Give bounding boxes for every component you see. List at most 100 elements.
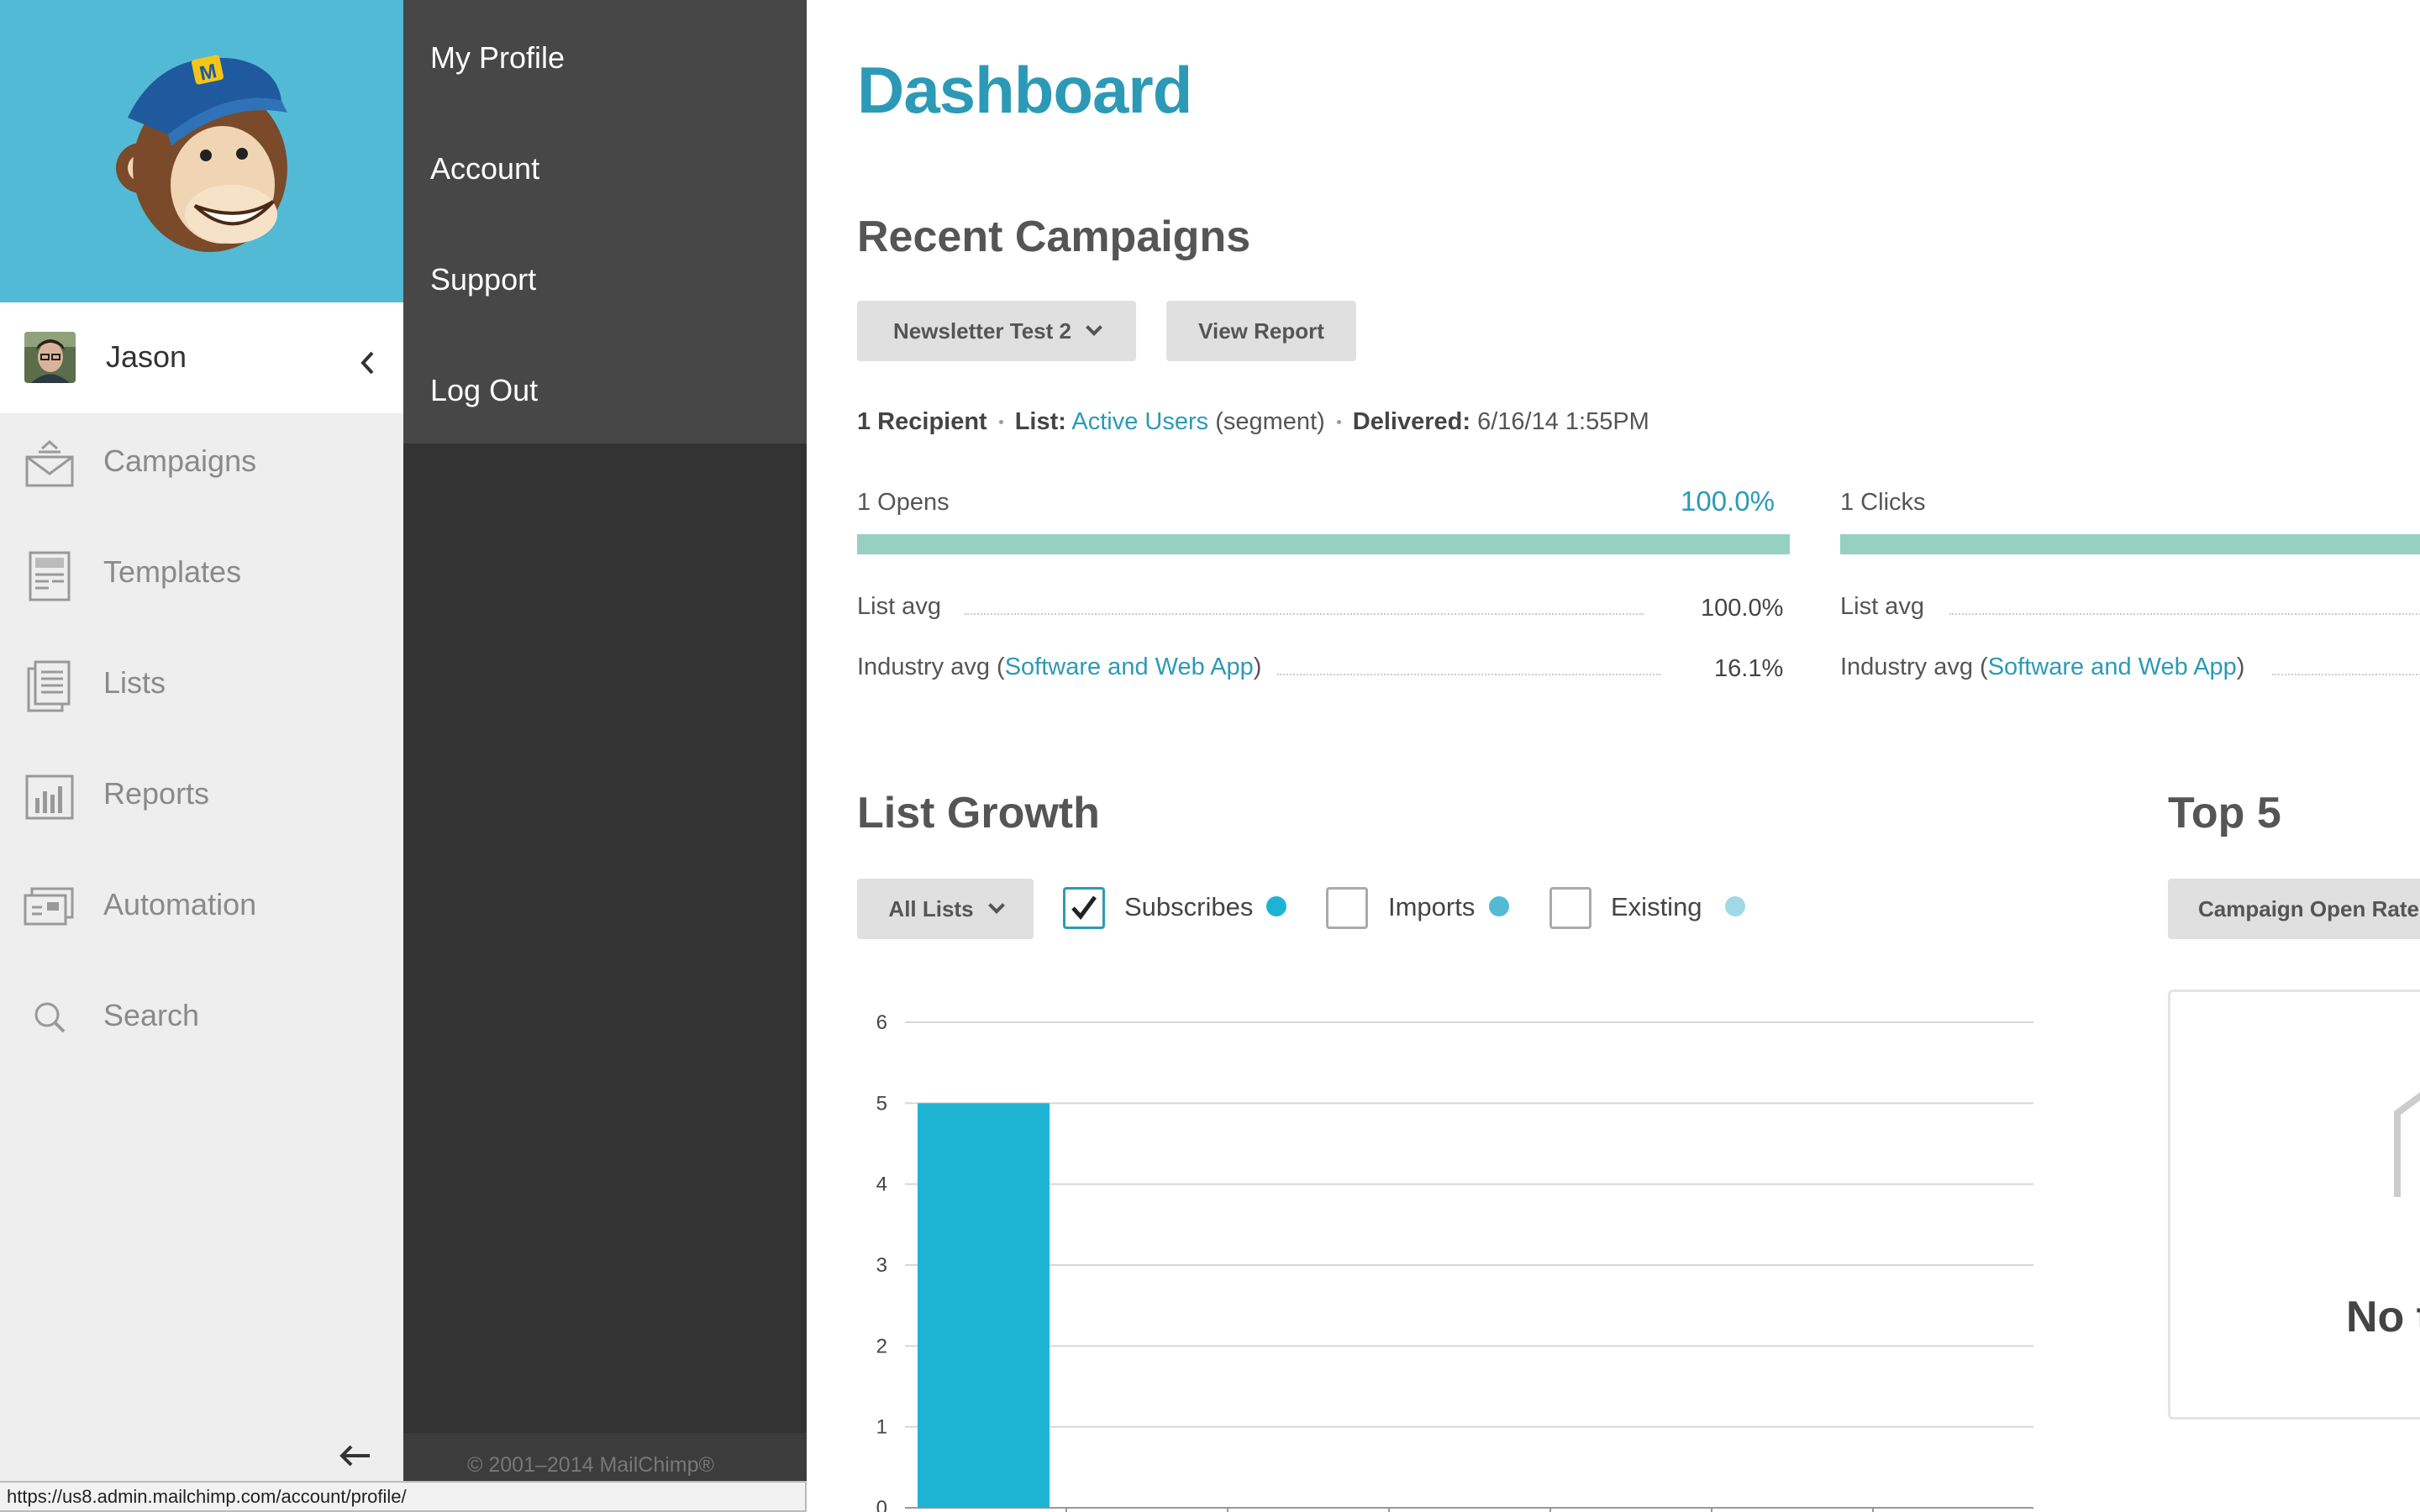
industry-avg-label: Industry avg ( (1840, 654, 1988, 680)
top5-select[interactable]: Campaign Open Rate (2168, 879, 2420, 939)
chart-bar[interactable] (918, 1103, 1050, 1508)
leader-dots (2272, 674, 2420, 675)
list-label: List: (1014, 408, 1066, 435)
account-menu: My Profile Account Support Log Out © 200… (403, 0, 807, 1512)
left-nav: M Jason Campaigns Templates Lists Report… (0, 0, 403, 1512)
account-menu-list: My Profile Account Support Log Out (403, 0, 807, 444)
opens-list-avg-value: 100.0% (1701, 595, 1784, 622)
leader-dots (1949, 613, 2420, 615)
clicks-list-avg-label: List avg (1840, 593, 1924, 620)
industry-link[interactable]: Software and Web App (1005, 654, 1254, 680)
clicks-bar (1840, 534, 2420, 554)
separator-dot (998, 420, 1003, 424)
campaign-meta: 1 Recipient List: Active Users (segment) D… (857, 408, 1649, 436)
opens-industry-value: 16.1% (1714, 655, 1784, 682)
copyright-text: © 2001–2014 MailChimp® (467, 1453, 714, 1477)
y-tick-label: 2 (876, 1335, 887, 1357)
recent-campaigns-title: Recent Campaigns (857, 213, 1251, 261)
opens-label: 1 Opens (857, 489, 950, 516)
user-name[interactable]: Jason (106, 339, 187, 375)
top5-empty-panel (2168, 990, 2420, 1420)
main-content: Dashboard Recent Campaigns Newsletter Te… (807, 0, 2420, 1512)
chevron-left-icon[interactable] (356, 348, 378, 378)
empty-state-icon (2394, 1092, 2420, 1197)
industry-avg-label: Industry avg ( (857, 654, 1005, 680)
delivered-label: Delivered: (1352, 408, 1471, 435)
list-growth-title: List Growth (857, 789, 1100, 837)
view-report-button[interactable]: View Report (1166, 301, 1356, 361)
y-tick-label: 3 (876, 1254, 887, 1277)
imports-checkbox[interactable] (1326, 887, 1368, 929)
bar-chart-icon (25, 774, 74, 820)
opens-bar (857, 534, 1790, 554)
subscribes-label[interactable]: Subscribes (1124, 892, 1253, 922)
separator-dot (1336, 420, 1341, 424)
opens-bar-fill (857, 534, 1790, 554)
subscribes-legend-dot (1266, 896, 1286, 916)
list-select[interactable]: All Lists (857, 879, 1034, 939)
browser-status-url: https://us8.admin.mailchimp.com/account/… (0, 1481, 807, 1512)
menu-item-my-profile[interactable]: My Profile (430, 40, 565, 76)
logo-header: M (0, 0, 403, 302)
nav-item-search[interactable]: Search (0, 968, 403, 1079)
delivered-value: 6/16/14 1:55PM (1477, 408, 1649, 435)
envelope-icon (25, 439, 74, 487)
leader-dots (1277, 674, 1660, 675)
top5-title: Top 5 (2168, 789, 2281, 837)
list-select-value: All Lists (888, 896, 974, 921)
campaign-select[interactable]: Newsletter Test 2 (857, 301, 1136, 361)
existing-legend-dot (1725, 896, 1745, 916)
y-tick-label: 4 (876, 1173, 887, 1196)
nav-item-reports[interactable]: Reports (0, 746, 403, 857)
industry-close: ) (2236, 654, 2245, 680)
list-icon (27, 660, 71, 712)
y-tick-label: 1 (876, 1416, 887, 1439)
clicks-industry-avg: Industry avg (Software and Web App) (1840, 654, 2244, 681)
automation-icon (24, 887, 74, 926)
industry-link[interactable]: Software and Web App (1988, 654, 2237, 680)
opens-list-avg-label: List avg (857, 593, 941, 620)
page-title: Dashboard (857, 53, 1192, 127)
nav-label: Reports (103, 776, 210, 811)
top5-select-value: Campaign Open Rate (2198, 896, 2419, 921)
nav-item-campaigns[interactable]: Campaigns (0, 413, 403, 524)
y-tick-label: 6 (876, 1011, 887, 1034)
chevron-down-icon (987, 897, 1005, 914)
imports-legend-dot (1489, 896, 1509, 916)
list-link[interactable]: Active Users (1071, 408, 1208, 435)
top5-empty-text: No t (2346, 1293, 2420, 1341)
nav-label: Automation (103, 887, 257, 921)
industry-close: ) (1253, 654, 1262, 680)
arrow-left-icon[interactable] (338, 1441, 373, 1470)
segment-text: (segment) (1215, 408, 1325, 435)
avatar[interactable] (24, 332, 76, 383)
nav-label: Search (103, 998, 200, 1032)
view-report-label: View Report (1198, 318, 1324, 344)
nav-label: Templates (103, 554, 242, 589)
nav-label: Campaigns (103, 444, 257, 478)
existing-checkbox[interactable] (1549, 887, 1591, 929)
nav-item-automation[interactable]: Automation (0, 857, 403, 968)
imports-label[interactable]: Imports (1388, 892, 1475, 922)
subscribes-checkbox[interactable] (1063, 887, 1105, 929)
checkmark-icon (1071, 895, 1097, 920)
chevron-down-icon (1086, 319, 1102, 336)
clicks-label: 1 Clicks (1840, 489, 1926, 516)
y-tick-label: 5 (876, 1092, 887, 1115)
opens-percent: 100.0% (1681, 486, 1775, 517)
campaign-select-value: Newsletter Test 2 (893, 318, 1071, 344)
menu-item-support[interactable]: Support (430, 262, 536, 297)
nav-label: Lists (103, 665, 166, 700)
template-icon (29, 551, 71, 601)
menu-item-account[interactable]: Account (430, 151, 539, 186)
y-tick-label: 0 (876, 1497, 887, 1512)
nav-item-lists[interactable]: Lists (0, 635, 403, 746)
nav-item-templates[interactable]: Templates (0, 524, 403, 635)
freddie-logo[interactable]: M (101, 42, 302, 269)
leader-dots (965, 613, 1644, 615)
menu-item-log-out[interactable]: Log Out (430, 373, 538, 408)
search-icon (34, 1002, 66, 1033)
existing-label[interactable]: Existing (1611, 892, 1702, 922)
list-growth-chart: 0 1 2 3 4 5 6 (876, 1011, 2033, 1512)
recipients-link[interactable]: 1 Recipient (857, 408, 987, 435)
